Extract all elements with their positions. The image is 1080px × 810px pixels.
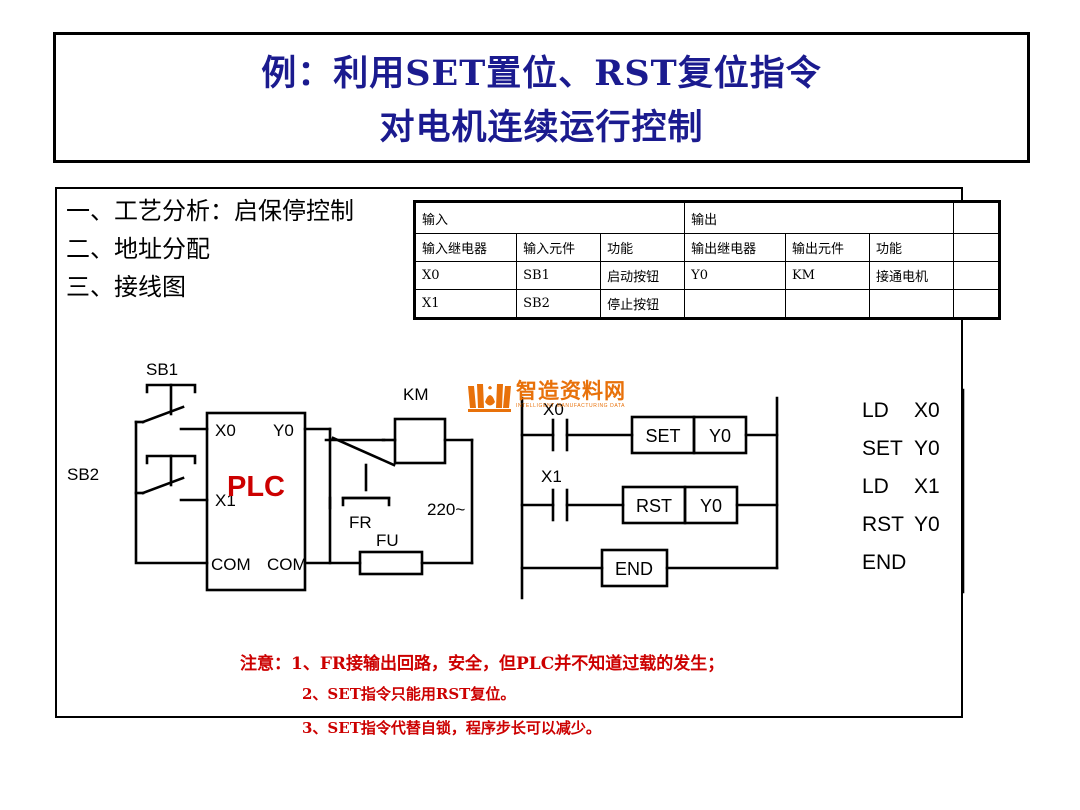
notes-block: 注意：1、FR接输出回路，安全，但PLC并不知道过载的发生； 2、SET指令只能… [240,652,940,740]
outline-list: 一、工艺分析：启保停控制 二、地址分配 三、接线图 [66,192,416,306]
label-fr: FR [349,513,372,532]
cell-input-function: 停止按钮 [600,289,686,320]
page-title-line-2: 对电机连续运行控制 [379,107,704,148]
label-y0: Y0 [273,421,294,440]
instruction-op: RST [862,513,904,536]
ladder-box-end: END [615,559,653,579]
fr-contact-blade [331,436,396,467]
col-header-input-relay: 输入继电器 [412,233,518,262]
note-line-1: 注意：1、FR接输出回路，安全，但PLC并不知道过载的发生； [240,652,940,676]
km-coil-box [393,417,447,465]
table-row: X0 SB1 启动按钮 Y0 KM 接通电机 [412,261,1001,290]
instruction-row: END [862,544,972,582]
ladder-box-y0-2: Y0 [700,496,722,516]
watermark-text: 智造资料网 [516,379,626,403]
cell-spacer [953,261,1001,290]
label-com-left: COM [211,555,251,574]
title-box: 例：利用SET置位、RST复位指令 对电机连续运行控制 [53,32,1030,163]
fu-fuse-box [358,550,424,576]
instruction-row: LD X1 [862,468,972,506]
ladder-box-y0-1: Y0 [709,426,731,446]
group-header-output: 输出 [684,200,954,234]
ladder-label-x1: X1 [541,467,562,486]
instruction-row: RST Y0 [862,506,972,544]
table-column-header-row: 输入继电器 输入元件 功能 输出继电器 输出元件 功能 [412,233,1001,262]
watermark-logo: 智造资料网 INTELLIGENT MANUFACTURING DATA [466,379,642,416]
outline-item-2: 二、地址分配 [66,235,210,263]
instruction-op: LD [862,475,889,498]
instruction-row: SET Y0 [862,430,972,468]
cell-output-function: 接通电机 [868,261,955,290]
sb2-contact-blade [141,476,185,495]
cell-output-relay [684,289,786,320]
instruction-operand: X1 [914,475,940,498]
sb1-contact-blade [141,405,185,424]
outline-item-1: 一、工艺分析：启保停控制 [66,197,354,225]
instruction-operand: X0 [914,399,940,422]
instruction-list: LD X0 SET Y0 LD X1 RST Y0 END [862,392,972,582]
label-plc: PLC [227,471,285,503]
cell-output-device: KM [784,261,870,290]
label-x0: X0 [215,421,236,440]
table-row: X1 SB2 停止按钮 [412,289,1001,320]
col-header-output-function: 功能 [868,233,955,262]
instruction-op: LD [862,399,889,422]
note-line-3: 3、SET指令代替自锁，程序步长可以减少。 [302,719,601,737]
cell-output-device [784,289,870,320]
note-text-1: 1、FR接输出回路，安全，但PLC并不知道过载的发生； [291,654,725,674]
group-header-spacer [953,200,1001,234]
instruction-row: LD X0 [862,392,972,430]
cell-input-function: 启动按钮 [600,261,686,290]
cell-input-device: SB1 [516,261,602,290]
watermark-subtitle: INTELLIGENT MANUFACTURING DATA [516,403,626,409]
cell-output-function [868,289,955,320]
instruction-operand: Y0 [914,513,940,536]
ladder-box-set: SET [645,426,680,446]
label-sb1: SB1 [146,360,178,379]
label-km: KM [403,385,429,404]
ladder-box-rst: RST [636,496,672,516]
col-header-output-device: 输出元件 [784,233,870,262]
note-line-2: 2、SET指令只能用RST复位。 [302,685,516,703]
label-sb2: SB2 [67,465,99,484]
group-header-input: 输入 [412,200,686,234]
io-allocation-table: 输入 输出 输入继电器 输入元件 功能 输出继电器 输出元件 功能 X0 SB1… [412,200,1001,320]
cell-input-relay: X0 [412,261,518,290]
label-com-right: COM [267,555,307,574]
notes-label: 注意： [240,654,291,674]
col-header-input-function: 功能 [600,233,686,262]
col-header-input-device: 输入元件 [516,233,602,262]
table-group-header-row: 输入 输出 [412,200,1001,234]
plc-wiring-and-ladder-diagram: SB1 SB2 X0 X1 Y0 COM COM KM FR FU 220~ X… [67,360,965,600]
col-header-output-relay: 输出继电器 [684,233,786,262]
label-fu: FU [376,531,399,550]
col-header-spacer [953,233,1001,262]
instruction-op: SET [862,437,903,460]
cell-output-relay: Y0 [684,261,786,290]
instruction-operand: Y0 [914,437,940,460]
cell-spacer [953,289,1001,320]
cell-input-relay: X1 [412,289,518,320]
label-supply: 220~ [427,500,465,519]
instruction-op: END [862,551,907,574]
page-title-line-1: 例：利用SET置位、RST复位指令 [261,53,822,94]
outline-item-3: 三、接线图 [66,273,186,301]
cell-input-device: SB2 [516,289,602,320]
